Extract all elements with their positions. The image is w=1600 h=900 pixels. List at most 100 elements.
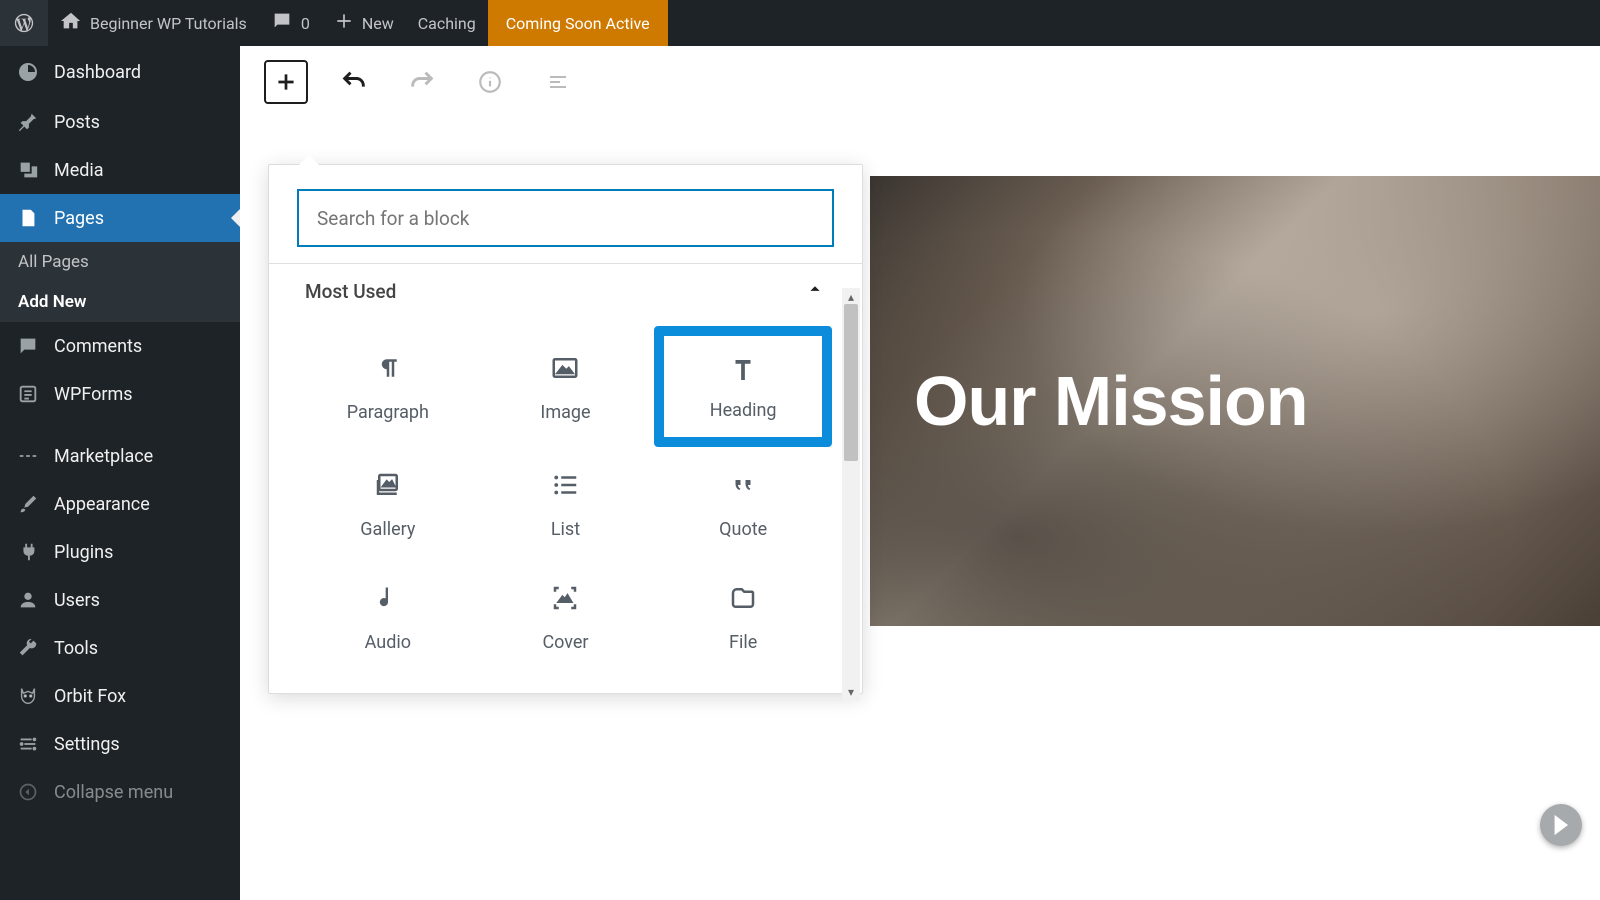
block-label: File	[729, 632, 757, 653]
caching-label: Caching	[418, 14, 476, 33]
block-inserter-panel: Most Used Paragraph Image Heading	[268, 164, 863, 694]
form-icon	[16, 382, 40, 406]
sidebar-item-label: Dashboard	[54, 62, 141, 83]
coming-soon-badge[interactable]: Coming Soon Active	[488, 0, 668, 46]
outline-button[interactable]	[536, 60, 580, 104]
block-audio[interactable]: Audio	[299, 560, 477, 673]
wrench-icon	[16, 636, 40, 660]
heading-icon	[725, 352, 761, 388]
block-list[interactable]: List	[477, 447, 655, 560]
editor: Our Mission Most Used Paragraph Image	[240, 46, 1600, 900]
help-badge[interactable]	[1540, 804, 1582, 846]
block-search-input[interactable]	[297, 189, 834, 247]
block-paragraph[interactable]: Paragraph	[299, 326, 477, 447]
comments-link[interactable]: 0	[259, 0, 322, 46]
block-label: Heading	[710, 400, 777, 421]
sidebar-item-dashboard[interactable]: Dashboard	[0, 46, 240, 98]
list-icon	[547, 467, 583, 503]
block-label: Audio	[365, 632, 411, 653]
dashboard-icon	[16, 60, 40, 84]
sidebar-item-label: Media	[54, 160, 104, 181]
paragraph-icon	[370, 350, 406, 386]
site-link[interactable]: Beginner WP Tutorials	[48, 0, 259, 46]
hero-cover-block[interactable]: Our Mission	[870, 176, 1600, 626]
sidebar-item-label: Marketplace	[54, 446, 153, 467]
sidebar-item-comments[interactable]: Comments	[0, 322, 240, 370]
sidebar-item-label: Plugins	[54, 542, 113, 563]
admin-sidebar: Dashboard Posts Media Pages All Pages Ad…	[0, 46, 240, 900]
block-label: Image	[540, 402, 590, 423]
block-file[interactable]: File	[654, 560, 832, 673]
block-label: Cover	[542, 632, 588, 653]
category-most-used[interactable]: Most Used	[269, 263, 862, 318]
audio-icon	[370, 580, 406, 616]
user-icon	[16, 588, 40, 612]
caching-link[interactable]: Caching	[406, 0, 488, 46]
info-button[interactable]	[468, 60, 512, 104]
sidebar-item-label: Settings	[54, 734, 120, 755]
block-cover[interactable]: Cover	[477, 560, 655, 673]
sidebar-item-tools[interactable]: Tools	[0, 624, 240, 672]
file-icon	[725, 580, 761, 616]
category-title: Most Used	[305, 280, 396, 303]
site-name-label: Beginner WP Tutorials	[90, 14, 247, 33]
editor-toolbar	[240, 46, 1600, 118]
cover-icon	[547, 580, 583, 616]
sidebar-item-users[interactable]: Users	[0, 576, 240, 624]
sidebar-item-marketplace[interactable]: Marketplace	[0, 432, 240, 480]
submenu-all-pages[interactable]: All Pages	[0, 242, 240, 282]
collapse-icon	[16, 780, 40, 804]
sidebar-item-media[interactable]: Media	[0, 146, 240, 194]
block-image[interactable]: Image	[477, 326, 655, 447]
scroll-down-icon: ▾	[846, 683, 856, 701]
new-label: New	[362, 14, 394, 33]
quote-icon	[725, 467, 761, 503]
sidebar-item-collapse[interactable]: Collapse menu	[0, 768, 240, 816]
sidebar-item-label: Comments	[54, 336, 142, 357]
sidebar-item-wpforms[interactable]: WPForms	[0, 370, 240, 418]
sidebar-item-posts[interactable]: Posts	[0, 98, 240, 146]
block-label: Quote	[719, 519, 767, 540]
sidebar-item-pages[interactable]: Pages	[0, 194, 240, 242]
sidebar-item-settings[interactable]: Settings	[0, 720, 240, 768]
pin-icon	[16, 110, 40, 134]
plus-icon	[334, 11, 354, 35]
sidebar-item-plugins[interactable]: Plugins	[0, 528, 240, 576]
brush-icon	[16, 492, 40, 516]
wordpress-logo-icon	[12, 11, 36, 35]
sidebar-item-label: Posts	[54, 112, 100, 133]
sidebar-item-label: Appearance	[54, 494, 150, 515]
sidebar-item-label: Collapse menu	[54, 782, 173, 803]
sidebar-item-appearance[interactable]: Appearance	[0, 480, 240, 528]
market-icon	[16, 444, 40, 468]
fox-icon	[16, 684, 40, 708]
plug-icon	[16, 540, 40, 564]
block-quote[interactable]: Quote	[654, 447, 832, 560]
comment-icon	[16, 334, 40, 358]
scroll-thumb[interactable]	[844, 304, 858, 461]
submenu-add-new[interactable]: Add New	[0, 282, 240, 322]
image-icon	[547, 350, 583, 386]
new-link[interactable]: New	[322, 0, 406, 46]
block-label: Paragraph	[347, 402, 429, 423]
add-block-button[interactable]	[264, 60, 308, 104]
block-heading[interactable]: Heading	[654, 326, 832, 447]
hero-title: Our Mission	[914, 361, 1307, 441]
sidebar-item-label: WPForms	[54, 384, 133, 405]
admin-bar: Beginner WP Tutorials 0 New Caching Comi…	[0, 0, 1600, 46]
block-grid: Paragraph Image Heading Gallery List	[269, 318, 862, 693]
block-gallery[interactable]: Gallery	[299, 447, 477, 560]
undo-button[interactable]	[332, 60, 376, 104]
gallery-icon	[370, 467, 406, 503]
page-icon	[16, 206, 40, 230]
sidebar-item-label: Orbit Fox	[54, 686, 126, 707]
sidebar-item-orbitfox[interactable]: Orbit Fox	[0, 672, 240, 720]
block-label: List	[551, 519, 580, 540]
pages-submenu: All Pages Add New	[0, 242, 240, 322]
inserter-scrollbar[interactable]: ▴ ▾	[842, 288, 860, 701]
redo-button[interactable]	[400, 60, 444, 104]
wp-logo-button[interactable]	[0, 0, 48, 46]
comments-count: 0	[301, 14, 310, 33]
chevron-up-icon	[804, 278, 826, 304]
home-icon	[60, 10, 82, 36]
